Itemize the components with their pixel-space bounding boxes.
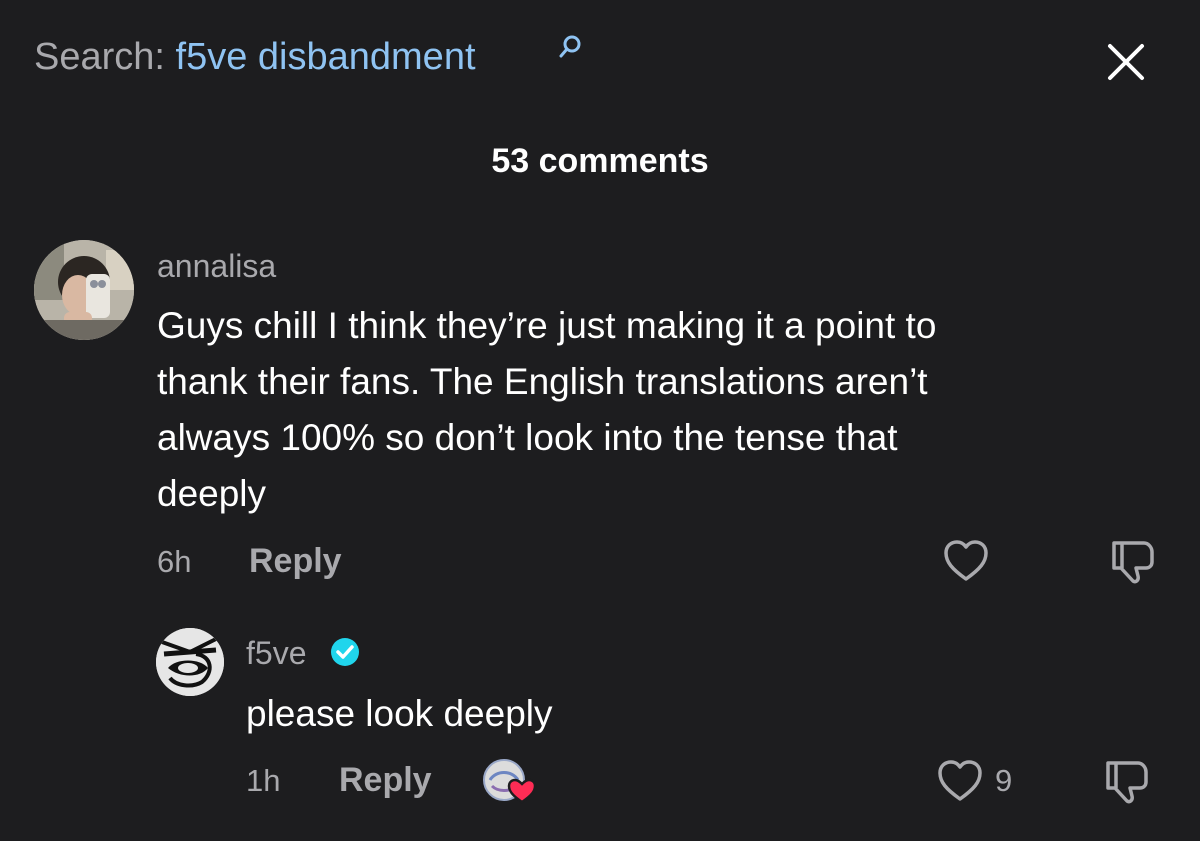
creator-liked-icon: [483, 759, 537, 804]
search-bar[interactable]: Search: f5ve disbandment: [34, 34, 476, 80]
search-prefix: Search:: [34, 36, 176, 78]
comment-count: 53 comments: [491, 142, 709, 180]
comment-text-line: Guys chill I think they’re just making i…: [157, 305, 937, 346]
like-count: 9: [995, 763, 1013, 798]
avatar-logo-image: [156, 628, 224, 696]
heart-icon[interactable]: [936, 758, 984, 804]
comment-text: Guys chill I think they’re just making i…: [157, 298, 936, 522]
heart-icon[interactable]: [942, 538, 990, 584]
avatar[interactable]: [156, 628, 224, 696]
comment-reply-button[interactable]: Reply: [249, 541, 342, 581]
comment-username[interactable]: annalisa: [157, 246, 276, 286]
reply-reply-button[interactable]: Reply: [339, 760, 432, 800]
avatar-image: [34, 240, 134, 340]
dislike-icon[interactable]: [1102, 758, 1152, 806]
comment-text-line: always 100% so don’t look into the tense…: [157, 417, 898, 458]
comment-time: 6h: [157, 544, 192, 579]
comment-text-line: deeply: [157, 473, 267, 514]
search-icon[interactable]: [558, 34, 584, 60]
verified-badge-icon: [331, 638, 359, 666]
dislike-icon[interactable]: [1108, 538, 1158, 586]
comment-text-line: thank their fans. The English translatio…: [157, 361, 928, 402]
search-query[interactable]: f5ve disbandment: [176, 36, 476, 78]
avatar[interactable]: [34, 240, 134, 340]
reply-time: 1h: [246, 763, 281, 798]
reply-text: please look deeply: [246, 693, 553, 734]
reply-username[interactable]: f5ve: [246, 633, 306, 673]
close-icon[interactable]: [1102, 38, 1150, 86]
